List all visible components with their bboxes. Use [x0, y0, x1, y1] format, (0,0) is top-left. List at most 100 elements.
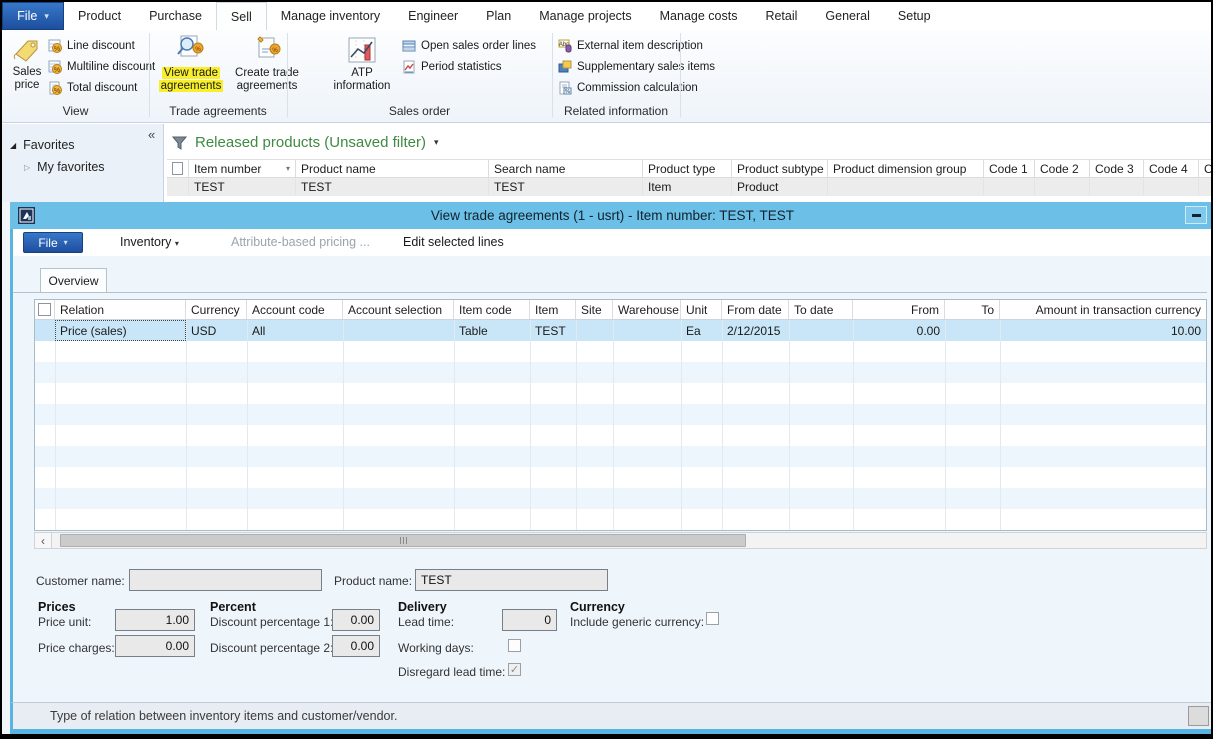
column-header-search-name[interactable]: Search name [489, 160, 643, 177]
price-charges-field[interactable]: 0.00 [115, 635, 195, 657]
column-header-product-type[interactable]: Product type [643, 160, 732, 177]
tab-overview[interactable]: Overview [40, 268, 107, 293]
status-resize-grip[interactable] [1188, 706, 1209, 726]
cell-cut-off[interactable] [1199, 178, 1213, 196]
commission-calculation-button[interactable]: % Commission calculation [558, 81, 698, 95]
column-header-cut-off[interactable]: C [1199, 160, 1213, 177]
released-products-header[interactable]: Released products (Unsaved filter) ▾ [172, 134, 438, 151]
empty-grid-row[interactable] [35, 467, 1206, 488]
ribbon-file-tab[interactable]: File ▾ [2, 2, 64, 30]
external-item-description-button[interactable]: Abc External item description [558, 39, 703, 53]
column-header-unit[interactable]: Unit [681, 300, 722, 319]
column-header-to[interactable]: To [945, 300, 1000, 319]
select-all-checkbox[interactable] [167, 160, 189, 177]
tab-purchase[interactable]: Purchase [135, 2, 216, 30]
disregard-lead-time-checkbox[interactable]: ✓ [508, 663, 521, 676]
column-header-code-2[interactable]: Code 2 [1035, 160, 1090, 177]
tab-setup[interactable]: Setup [884, 2, 945, 30]
cell-code-3[interactable] [1090, 178, 1144, 196]
column-header-code-4[interactable]: Code 4 [1144, 160, 1199, 177]
cell-to[interactable] [945, 320, 1000, 341]
open-sales-order-lines-button[interactable]: Open sales order lines [402, 39, 536, 53]
dialog-edit-selected-lines-menu[interactable]: Edit selected lines [403, 235, 504, 249]
cell-currency[interactable]: USD [186, 320, 247, 341]
tree-collapsed-icon[interactable]: ▷ [24, 163, 30, 172]
tab-general[interactable]: General [811, 2, 883, 30]
create-trade-agreements-button[interactable]: % Create trade agreements [230, 35, 304, 93]
cell-warehouse[interactable] [613, 320, 681, 341]
empty-grid-row[interactable] [35, 383, 1206, 404]
tab-manage-inventory[interactable]: Manage inventory [267, 2, 394, 30]
sales-price-button[interactable]: Sales price [5, 36, 49, 92]
empty-grid-row[interactable] [35, 488, 1206, 509]
empty-grid-row[interactable] [35, 404, 1206, 425]
select-all-checkbox[interactable] [35, 300, 55, 319]
column-header-item[interactable]: Item [530, 300, 576, 319]
filter-caret-icon[interactable]: ▾ [286, 164, 290, 173]
cell-account-code[interactable]: All [247, 320, 343, 341]
column-header-warehouse[interactable]: Warehouse [613, 300, 681, 319]
period-statistics-button[interactable]: Period statistics [402, 60, 502, 74]
cell-site[interactable] [576, 320, 613, 341]
scrollbar-thumb[interactable] [60, 534, 746, 547]
product-name-field[interactable]: TEST [415, 569, 608, 591]
column-header-amount[interactable]: Amount in transaction currency [1000, 300, 1206, 319]
include-generic-currency-checkbox[interactable] [706, 612, 719, 625]
supplementary-sales-items-button[interactable]: Supplementary sales items [558, 60, 715, 74]
released-products-row[interactable]: TEST TEST TEST Item Product [167, 178, 1213, 196]
line-discount-button[interactable]: % Line discount [48, 39, 135, 53]
cell-unit[interactable]: Ea [681, 320, 722, 341]
discount-percentage-1-field[interactable]: 0.00 [332, 609, 380, 631]
cell-code-4[interactable] [1144, 178, 1199, 196]
cell-from-date[interactable]: 2/12/2015 [722, 320, 789, 341]
tab-engineer[interactable]: Engineer [394, 2, 472, 30]
tab-sell[interactable]: Sell [216, 2, 267, 30]
column-header-product-name[interactable]: Product name [296, 160, 489, 177]
dialog-title-bar[interactable]: View trade agreements (1 - usrt) - Item … [10, 202, 1213, 229]
cell-item-code[interactable]: Table [454, 320, 530, 341]
column-header-relation[interactable]: Relation [55, 300, 186, 319]
horizontal-scrollbar[interactable]: ‹ [34, 532, 1207, 549]
cell-product-type[interactable]: Item [643, 178, 732, 196]
column-header-site[interactable]: Site [576, 300, 613, 319]
empty-grid-row[interactable] [35, 509, 1206, 530]
total-discount-button[interactable]: % Total discount [48, 81, 137, 95]
row-checkbox[interactable] [167, 178, 189, 196]
column-header-from[interactable]: From [853, 300, 945, 319]
trade-agreement-row-selected[interactable]: Price (sales) USD All Table TEST Ea 2/12… [35, 320, 1206, 341]
column-header-from-date[interactable]: From date [722, 300, 789, 319]
cell-product-subtype[interactable]: Product [732, 178, 828, 196]
cell-item-number[interactable]: TEST [189, 178, 296, 196]
column-header-to-date[interactable]: To date [789, 300, 853, 319]
column-header-product-dimension-group[interactable]: Product dimension group [828, 160, 984, 177]
column-header-account-code[interactable]: Account code [247, 300, 343, 319]
cell-amount[interactable]: 10.00 [1000, 320, 1206, 341]
column-header-product-subtype[interactable]: Product subtype [732, 160, 828, 177]
cell-from[interactable]: 0.00 [853, 320, 945, 341]
column-header-currency[interactable]: Currency [186, 300, 247, 319]
cell-product-name[interactable]: TEST [296, 178, 489, 196]
column-header-item-code[interactable]: Item code [454, 300, 530, 319]
sidebar-collapse-icon[interactable]: « [148, 127, 155, 142]
cell-account-selection[interactable] [343, 320, 454, 341]
empty-grid-row[interactable] [35, 341, 1206, 362]
lead-time-field[interactable]: 0 [502, 609, 557, 631]
minimize-button[interactable] [1185, 206, 1207, 224]
cell-code-1[interactable] [984, 178, 1035, 196]
empty-grid-row[interactable] [35, 425, 1206, 446]
column-header-code-3[interactable]: Code 3 [1090, 160, 1144, 177]
tab-plan[interactable]: Plan [472, 2, 525, 30]
cell-product-dimension-group[interactable] [828, 178, 984, 196]
caret-down-icon[interactable]: ▾ [434, 137, 439, 148]
cell-search-name[interactable]: TEST [489, 178, 643, 196]
multiline-discount-button[interactable]: % Multiline discount [48, 60, 155, 74]
tab-product[interactable]: Product [64, 2, 135, 30]
column-header-item-number[interactable]: Item number ▾ [189, 160, 296, 177]
dialog-inventory-menu[interactable]: Inventory ▾ [120, 235, 179, 249]
atp-information-button[interactable]: ATP information [327, 35, 397, 93]
view-trade-agreements-button[interactable]: % View trade agreements [154, 35, 228, 93]
tree-expanded-icon[interactable]: ◢ [10, 141, 16, 150]
empty-grid-row[interactable] [35, 362, 1206, 383]
sidebar-item-my-favorites[interactable]: ▷ My favorites [24, 160, 105, 174]
working-days-checkbox[interactable] [508, 639, 521, 652]
